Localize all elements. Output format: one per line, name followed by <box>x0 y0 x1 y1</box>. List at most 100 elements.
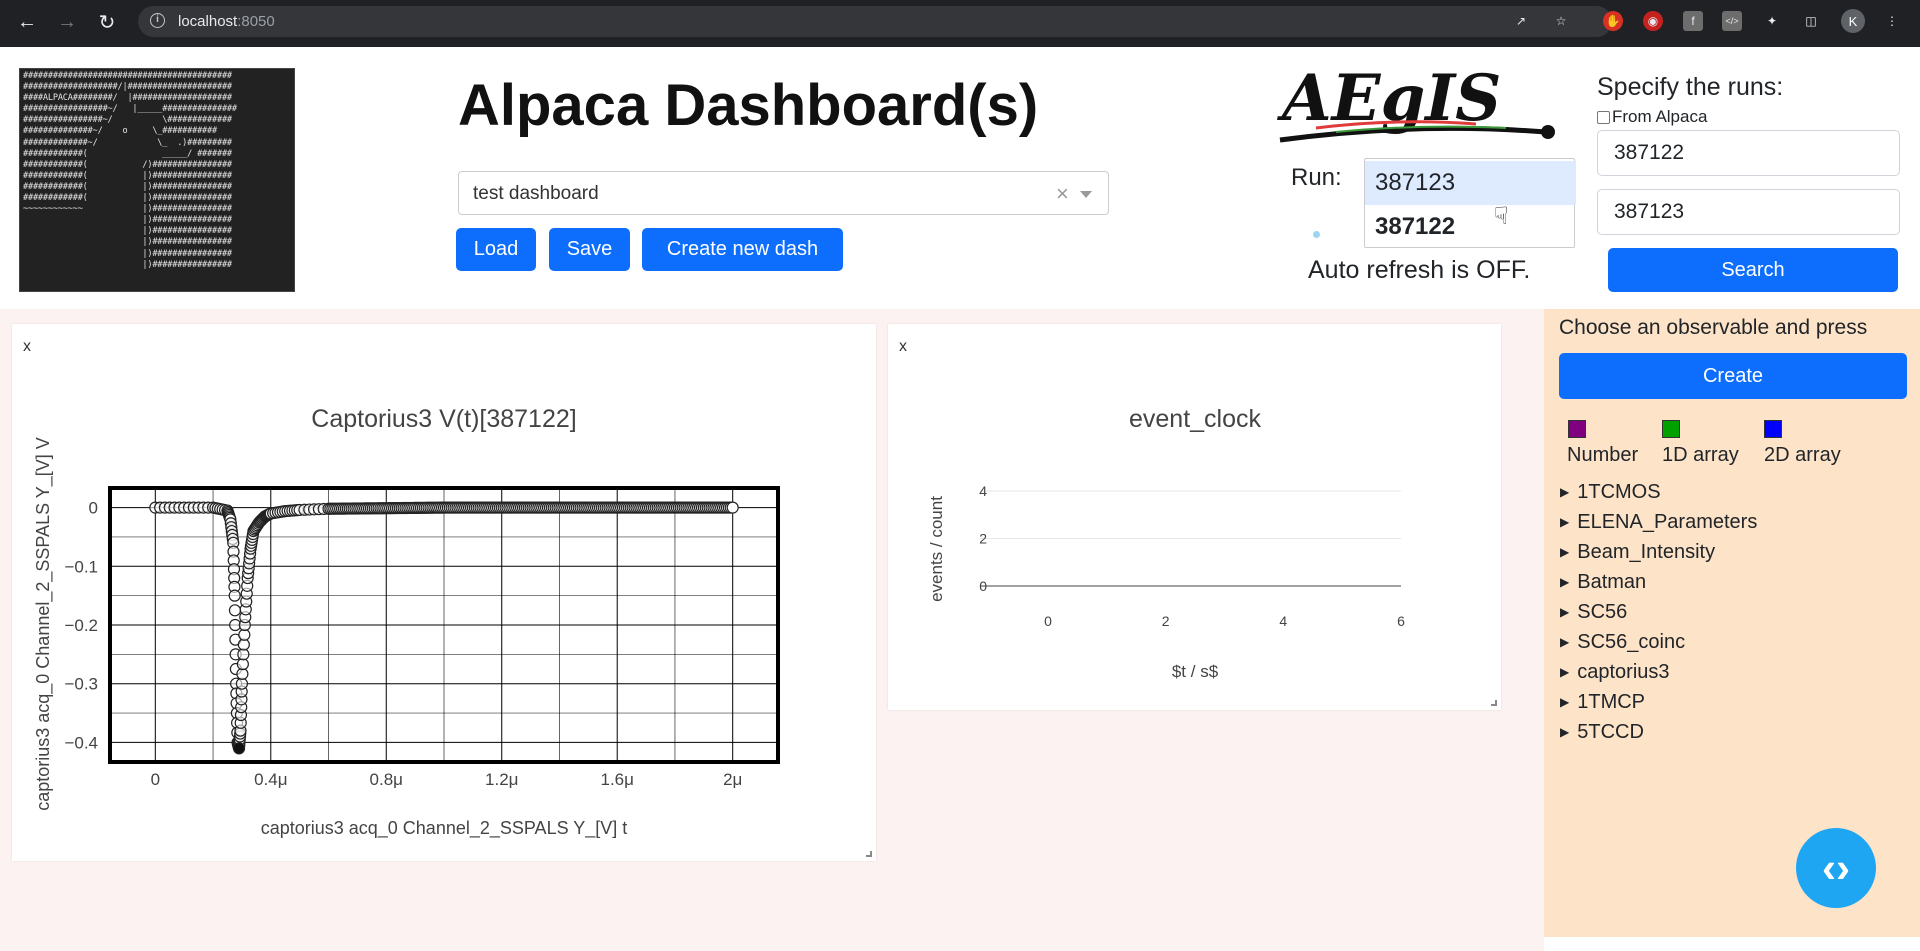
run-label: Run: <box>1291 164 1342 191</box>
dashboard-select-value: test dashboard <box>473 183 599 204</box>
x-axis-label: captorius3 acq_0 Channel_2_SSPALS Y_[V] … <box>261 818 628 839</box>
y-tick-label: 0 <box>89 499 98 518</box>
loading-dot <box>1313 231 1320 238</box>
create-new-dash-button[interactable]: Create new dash <box>642 228 843 271</box>
y-axis-label: events / count <box>927 496 946 602</box>
x-tick-label: 0 <box>1044 613 1052 629</box>
x-axis-label: $t / s$ <box>1172 662 1219 681</box>
hand-cursor-icon: ☟ <box>1494 203 1509 230</box>
site-info-icon[interactable]: i <box>150 13 165 28</box>
tree-item-1tmcp[interactable]: ▶ 1TMCP <box>1560 691 1645 714</box>
2d-array-legend-swatch <box>1764 420 1782 438</box>
aegis-logo: AEgIS <box>1277 62 1555 143</box>
extension-f-icon[interactable]: f <box>1683 11 1703 31</box>
ascii-art-text: ########################################… <box>23 71 237 270</box>
from-alpaca-label: From Alpaca <box>1612 107 1708 126</box>
tree-item-beam-intensity[interactable]: ▶ Beam_Intensity <box>1560 541 1715 564</box>
choose-observable-text: Choose an observable and press <box>1559 316 1868 339</box>
extensions-puzzle-icon[interactable]: ✦ <box>1762 11 1782 31</box>
browser-toolbar: ← → ↻ i localhost:8050 ↗ ☆ ✋ ◉ f </> ✦ ◫… <box>0 0 1920 47</box>
expand-triangle-icon[interactable]: ▶ <box>1560 605 1569 619</box>
y-tick-label: 0 <box>979 578 987 594</box>
side-panel-icon[interactable]: ◫ <box>1801 11 1821 31</box>
profile-avatar[interactable]: K <box>1841 9 1865 33</box>
run-option[interactable]: 387123 <box>1365 161 1576 205</box>
data-point <box>726 501 739 514</box>
event-clock-chart: event_clock 0 2 4 0 2 4 6 $t / s$ events / cou… <box>927 405 1405 681</box>
2d-array-legend-label: 2D array <box>1764 444 1841 466</box>
address-bar[interactable]: i localhost:8050 <box>138 6 1612 37</box>
create-button[interactable]: Create <box>1559 353 1907 399</box>
y-axis-label: captorius3 acq_0 Channel_2_SSPALS Y_[V] … <box>33 437 54 811</box>
run-to-input[interactable]: 387123 <box>1597 189 1900 235</box>
run-from-input[interactable]: 387122 <box>1597 130 1900 176</box>
code-toggle-button[interactable]: ‹› <box>1796 828 1876 908</box>
expand-triangle-icon[interactable]: ▶ <box>1560 665 1569 679</box>
y-tick-label: −0.1 <box>64 557 98 576</box>
reload-icon[interactable]: ↻ <box>95 10 119 34</box>
x-tick-label: 2 <box>1162 613 1170 629</box>
auto-refresh-status: Auto refresh is OFF. <box>1308 256 1531 284</box>
extension-code-icon[interactable]: </> <box>1722 11 1742 31</box>
chevron-down-icon[interactable] <box>1080 191 1092 198</box>
x-tick-label: 2μ <box>723 770 742 789</box>
data-point <box>233 742 246 755</box>
expand-triangle-icon[interactable]: ▶ <box>1560 545 1569 559</box>
from-alpaca-checkbox[interactable]: From Alpaca <box>1597 107 1707 127</box>
x-tick-label: 0.4μ <box>254 770 287 789</box>
alpaca-ascii-logo: ########################################… <box>19 68 295 292</box>
share-icon[interactable]: ↗ <box>1511 11 1531 31</box>
tree-item-captorius3[interactable]: ▶ captorius3 <box>1560 661 1670 684</box>
y-tick-label: −0.4 <box>64 733 98 752</box>
expand-triangle-icon[interactable]: ▶ <box>1560 695 1569 709</box>
expand-triangle-icon[interactable]: ▶ <box>1560 725 1569 739</box>
tree-item-sc56-coinc[interactable]: ▶ SC56_coinc <box>1560 631 1685 654</box>
specify-runs-label: Specify the runs: <box>1597 73 1784 101</box>
x-tick-label: 6 <box>1397 613 1405 629</box>
tree-item-1tcmos[interactable]: ▶ 1TCMOS <box>1560 481 1661 504</box>
dashboard-select[interactable]: test dashboard × <box>458 171 1109 215</box>
y-tick-label: 2 <box>979 531 987 547</box>
load-button[interactable]: Load <box>456 228 536 271</box>
expand-triangle-icon[interactable]: ▶ <box>1560 575 1569 589</box>
number-legend-label: Number <box>1567 444 1639 466</box>
expand-triangle-icon[interactable]: ▶ <box>1560 515 1569 529</box>
checkbox-box[interactable] <box>1597 110 1610 124</box>
tree-item-5tccd[interactable]: ▶ 5TCCD <box>1560 721 1644 744</box>
bookmark-star-icon[interactable]: ☆ <box>1551 11 1571 31</box>
extension-hand-icon[interactable]: ✋ <box>1603 11 1623 31</box>
y-tick-label: −0.3 <box>64 675 98 694</box>
x-tick-label: 4 <box>1279 613 1287 629</box>
save-button[interactable]: Save <box>549 228 630 271</box>
grid: 0 2 4 0 2 4 6 <box>979 483 1405 629</box>
1d-array-legend-swatch <box>1662 420 1680 438</box>
data-point <box>228 589 241 602</box>
y-tick-label: −0.2 <box>64 616 98 635</box>
x-tick-label: 0 <box>151 770 160 789</box>
run-option-selected[interactable]: 387122 <box>1365 205 1576 249</box>
tree-item-sc56[interactable]: ▶ SC56 <box>1560 601 1627 624</box>
chart-title: event_clock <box>1129 405 1262 433</box>
tree-item-elena-parameters[interactable]: ▶ ELENA_Parameters <box>1560 511 1757 534</box>
search-button[interactable]: Search <box>1608 248 1898 292</box>
x-tick-label: 1.2μ <box>485 770 518 789</box>
number-legend-swatch <box>1568 420 1586 438</box>
expand-triangle-icon[interactable]: ▶ <box>1560 485 1569 499</box>
x-tick-label: 0.8μ <box>370 770 403 789</box>
x-tick-label: 1.6μ <box>600 770 633 789</box>
menu-dots-icon[interactable]: ⋮ <box>1882 11 1902 31</box>
1d-array-legend-label: 1D array <box>1662 444 1739 466</box>
captorius3-chart: Captorius3 V(t)[387122] 0 0.4μ 0.8μ 1.2μ 1.6… <box>33 405 780 839</box>
run-dropdown-menu[interactable]: 387123 387122 <box>1364 158 1576 249</box>
url-text: localhost:8050 <box>178 13 275 30</box>
clear-icon[interactable]: × <box>1056 181 1069 207</box>
back-icon[interactable]: ← <box>15 10 39 34</box>
page-title: Alpaca Dashboard(s) <box>458 73 1039 138</box>
extension-red-icon[interactable]: ◉ <box>1643 11 1663 31</box>
y-tick-label: 4 <box>979 483 987 499</box>
expand-triangle-icon[interactable]: ▶ <box>1560 635 1569 649</box>
forward-icon[interactable]: → <box>55 10 79 34</box>
tree-item-batman[interactable]: ▶ Batman <box>1560 571 1646 594</box>
chart-title: Captorius3 V(t)[387122] <box>311 405 576 433</box>
data-point <box>228 604 242 617</box>
